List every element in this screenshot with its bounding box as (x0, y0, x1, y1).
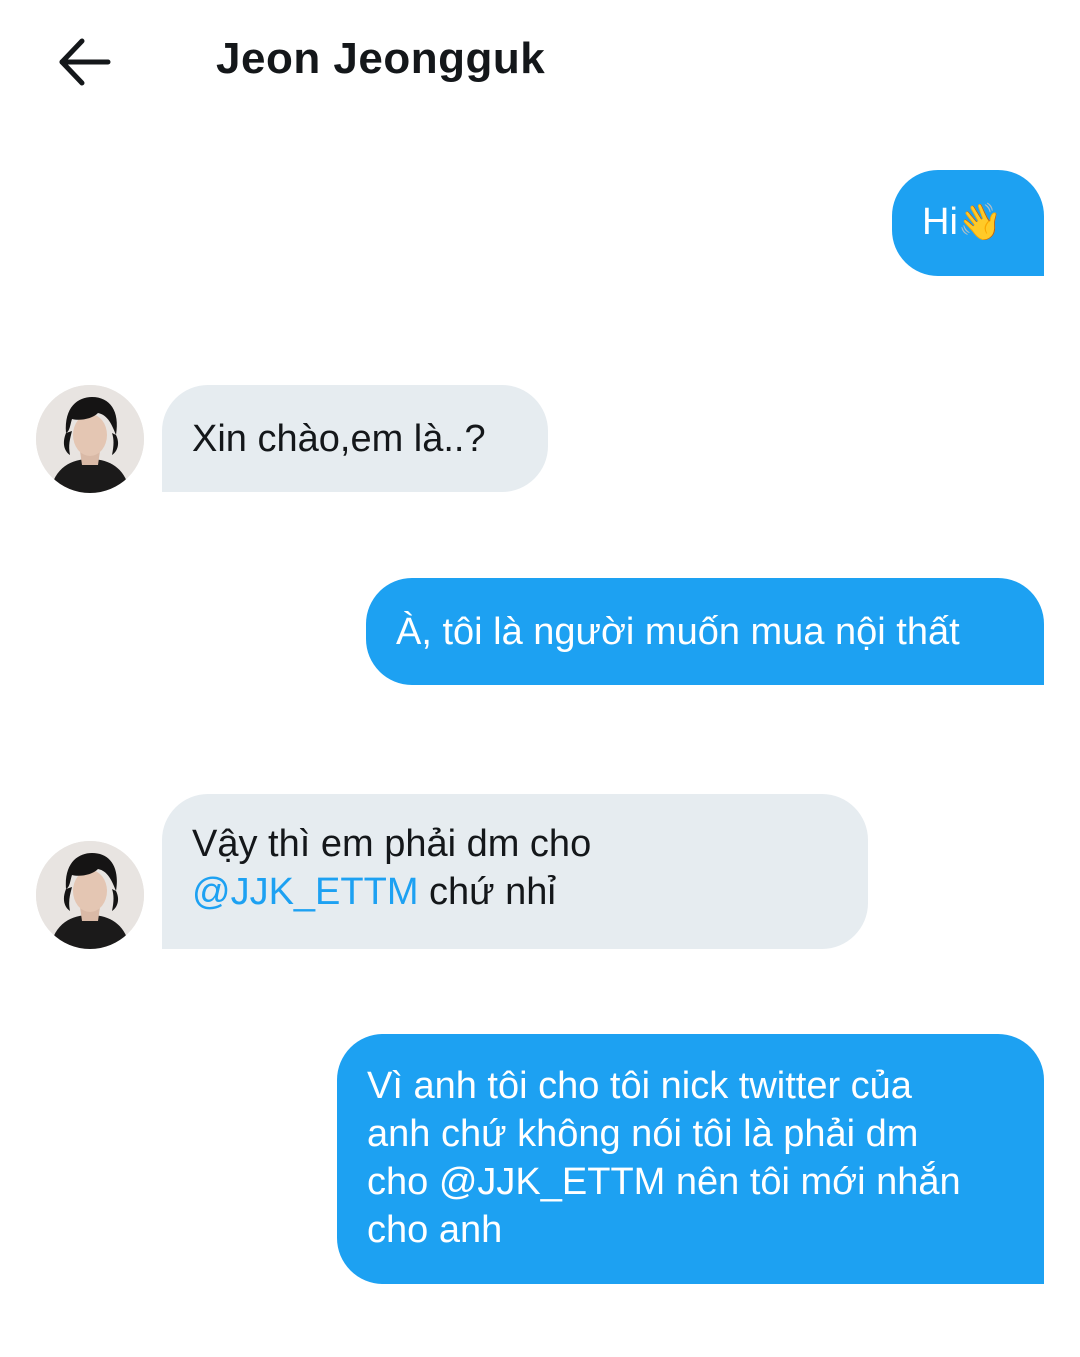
message-text-line: anh chứ không nói tôi là phải dm (367, 1113, 919, 1155)
mention-link[interactable]: @JJK_ETTM (192, 871, 418, 913)
received-message[interactable]: Vậy thì em phải dm cho @JJK_ETTM chứ nhỉ (162, 794, 868, 949)
message-text-line: Vậy thì em phải dm cho (192, 823, 592, 865)
sent-message[interactable]: Hi👋 (892, 170, 1044, 276)
message-text: Hi (922, 201, 958, 243)
message-text: chứ nhỉ (418, 871, 556, 913)
sent-message[interactable]: À, tôi là người muốn mua nội thất (366, 578, 1044, 685)
received-message[interactable]: Xin chào,em là..? (162, 385, 548, 492)
waving-hand-icon: 👋 (957, 201, 1003, 242)
avatar[interactable] (36, 385, 144, 493)
conversation-header: Jeon Jeongguk (0, 0, 1080, 120)
back-arrow-icon (59, 38, 111, 86)
message-text-line: cho anh (367, 1209, 503, 1251)
sent-message[interactable]: Vì anh tôi cho tôi nick twitter của anh … (337, 1034, 1044, 1284)
message-text-line: @JJK_ETTM chứ nhỉ (192, 868, 838, 916)
back-button[interactable] (56, 36, 112, 88)
avatar[interactable] (36, 841, 144, 949)
message-text: À, tôi là người muốn mua nội thất (396, 611, 960, 653)
message-text-line: cho @JJK_ETTM nên tôi mới nhắn (367, 1161, 961, 1203)
message-text: Xin chào,em là..? (192, 418, 486, 460)
contact-name: Jeon Jeongguk (216, 34, 546, 83)
message-text-line: Vì anh tôi cho tôi nick twitter của (367, 1065, 912, 1107)
